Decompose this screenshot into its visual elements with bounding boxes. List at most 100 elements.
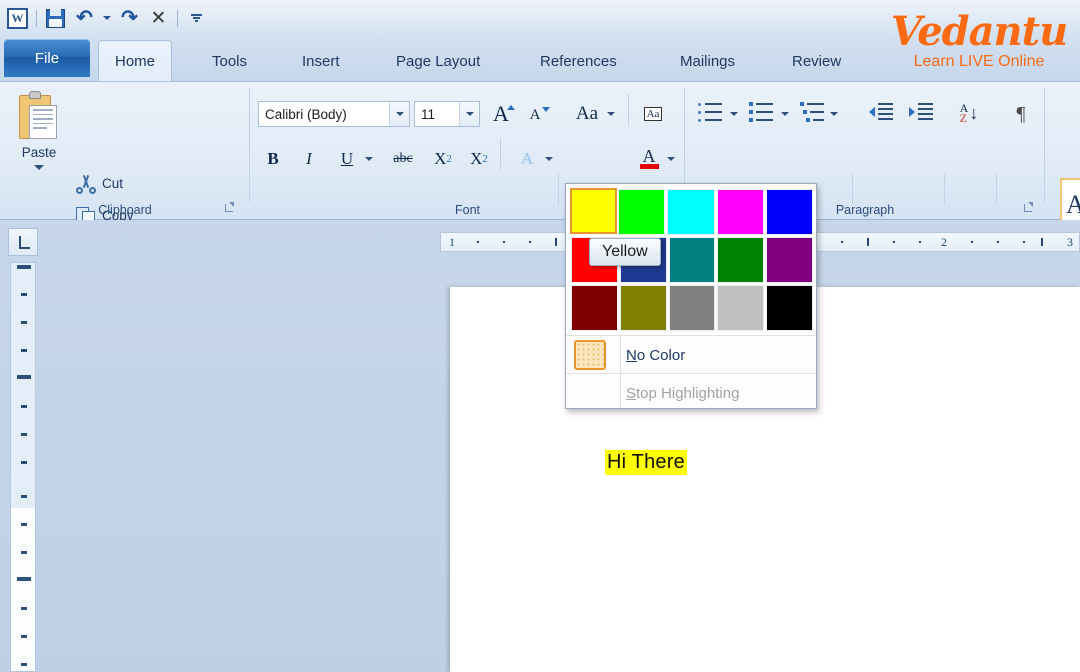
shrink-font-button[interactable]: A <box>520 100 550 130</box>
multilevel-dropdown-icon[interactable] <box>827 99 841 129</box>
font-divider-a <box>558 174 559 206</box>
numbering-dropdown-icon[interactable] <box>778 99 792 129</box>
superscript-button[interactable]: X2 <box>464 144 494 174</box>
bullets-dropdown-icon[interactable] <box>727 99 741 129</box>
sort-button[interactable]: AZ ↓ <box>952 98 986 128</box>
close-icon[interactable]: ✕ <box>145 5 172 32</box>
strikethrough-button[interactable]: abc <box>388 144 418 174</box>
font-size-input[interactable]: 11 <box>414 101 480 127</box>
no-color-swatch <box>574 340 606 370</box>
swatch-black[interactable] <box>766 285 813 331</box>
numbering-button[interactable] <box>748 100 776 126</box>
subscript-label: X <box>434 149 446 169</box>
document-text[interactable]: Hi There <box>605 450 687 475</box>
font-color-button[interactable]: A <box>634 143 664 173</box>
swatch-blue[interactable] <box>766 189 813 235</box>
paragraph-dialog-launcher[interactable] <box>1024 202 1035 213</box>
no-color-item[interactable]: No Color <box>566 336 816 374</box>
save-icon[interactable] <box>42 5 69 32</box>
tab-home[interactable]: Home <box>98 40 172 82</box>
font-divider-b <box>628 94 629 126</box>
cut-button[interactable]: Cut <box>76 171 123 196</box>
swatch-pink[interactable] <box>717 189 764 235</box>
group-clipboard: Paste Cut Copy Format Painter Clipboard <box>0 83 250 219</box>
group-divider-3 <box>1044 88 1045 202</box>
customize-qat-icon[interactable] <box>183 5 210 32</box>
italic-button[interactable]: I <box>294 144 324 174</box>
ribbon: Paste Cut Copy Format Painter Clipboard … <box>0 81 1080 220</box>
paragraph-divider-a <box>852 174 853 204</box>
paste-button[interactable]: Paste <box>8 89 70 197</box>
ruler-number-3: 3 <box>1067 235 1073 250</box>
increase-indent-button[interactable] <box>908 100 936 126</box>
show-formatting-marks-button[interactable]: ¶ <box>1006 99 1036 129</box>
superscript-label: X <box>470 149 482 169</box>
redo-icon[interactable]: ↷ <box>116 5 143 32</box>
tab-insert[interactable]: Insert <box>286 41 356 82</box>
stop-highlighting-label: Stop Highlighting <box>614 385 739 402</box>
subscript-index: 2 <box>446 153 452 165</box>
underline-dropdown-icon[interactable] <box>362 144 376 174</box>
bullets-button[interactable] <box>697 100 725 126</box>
vedantu-tagline: Learn LIVE Online <box>884 53 1074 71</box>
change-case-dropdown-icon[interactable] <box>604 99 618 129</box>
tab-file[interactable]: File <box>4 39 90 77</box>
qat-separator-1 <box>36 10 37 27</box>
text-effects-label: A <box>521 149 533 169</box>
stop-highlighting-item[interactable]: Stop Highlighting <box>566 374 816 412</box>
grow-font-button[interactable]: A <box>486 99 516 129</box>
undo-icon[interactable]: ↶ <box>71 5 98 32</box>
ruler-number-2: 2 <box>941 235 947 250</box>
ruler-number-1: 1 <box>449 235 455 250</box>
no-color-label: No Color <box>614 347 685 364</box>
swatch-green[interactable] <box>717 237 764 283</box>
paste-label: Paste <box>22 145 57 160</box>
vertical-ruler[interactable] <box>10 262 36 672</box>
qat-separator-2 <box>177 10 178 27</box>
paste-dropdown-icon[interactable] <box>34 165 44 170</box>
quick-access-toolbar: W ↶ ↷ ✕ <box>4 3 210 33</box>
font-name-input[interactable]: Calibri (Body) <box>258 101 410 127</box>
font-color-dropdown-icon[interactable] <box>664 144 678 174</box>
tab-review[interactable]: Review <box>776 41 857 82</box>
text-effects-button[interactable]: A <box>512 144 542 174</box>
text-effects-dropdown-icon[interactable] <box>542 144 556 174</box>
highlight-color-dropdown: No Color Stop Highlighting <box>565 183 817 409</box>
change-case-button[interactable]: Aa <box>566 99 608 129</box>
strikethrough-label: abc <box>393 151 412 167</box>
font-color-current-swatch <box>640 164 659 169</box>
swatch-yellow[interactable] <box>570 188 617 234</box>
clipboard-dialog-launcher[interactable] <box>225 202 236 213</box>
swatch-row <box>570 188 814 236</box>
styles-preview-letter: A <box>1066 190 1080 220</box>
font-size-dropdown-icon[interactable] <box>459 102 479 126</box>
underline-button[interactable]: U <box>332 144 362 174</box>
swatch-row <box>570 284 814 332</box>
tab-page-layout[interactable]: Page Layout <box>380 41 496 82</box>
tab-mailings[interactable]: Mailings <box>664 41 751 82</box>
word-logo-icon[interactable]: W <box>4 5 31 32</box>
decrease-indent-button[interactable] <box>868 100 896 126</box>
font-color-glyph: A <box>643 148 656 164</box>
tab-stop-selector[interactable] <box>8 228 38 256</box>
tab-references[interactable]: References <box>524 41 633 82</box>
subscript-button[interactable]: X2 <box>428 144 458 174</box>
clear-formatting-label: Aa <box>644 107 663 121</box>
word-logo-letter: W <box>7 8 28 29</box>
font-name-dropdown-icon[interactable] <box>389 102 409 126</box>
bold-button[interactable]: B <box>258 144 288 174</box>
swatch-gray-25[interactable] <box>717 285 764 331</box>
swatch-turquoise[interactable] <box>667 189 714 235</box>
swatch-bright-green[interactable] <box>618 189 665 235</box>
swatch-gray-50[interactable] <box>669 285 716 331</box>
change-case-label: Aa <box>576 103 598 125</box>
swatch-dark-yellow[interactable] <box>620 285 667 331</box>
clear-formatting-button[interactable]: Aa <box>638 99 668 129</box>
swatch-violet[interactable] <box>766 237 813 283</box>
swatch-dark-red[interactable] <box>571 285 618 331</box>
swatch-teal[interactable] <box>669 237 716 283</box>
tab-tools[interactable]: Tools <box>196 41 263 82</box>
multilevel-list-button[interactable] <box>799 100 827 126</box>
paste-icon <box>17 91 61 143</box>
undo-dropdown-icon[interactable] <box>100 5 114 32</box>
